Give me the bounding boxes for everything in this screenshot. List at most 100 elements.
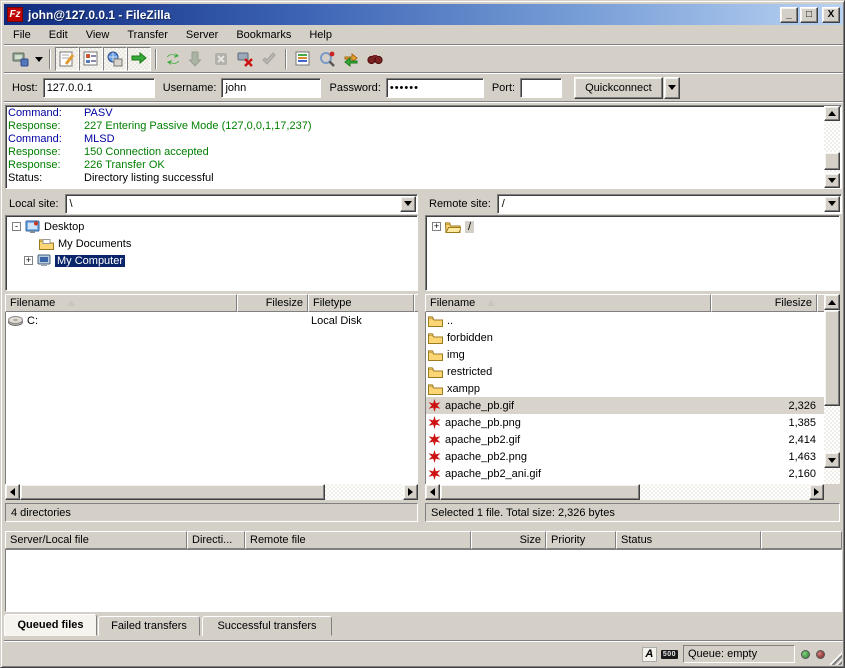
- remote-file-row-selected[interactable]: apache_pb.gif2,326: [426, 397, 824, 414]
- search-button[interactable]: [363, 47, 387, 71]
- remote-file-row[interactable]: xampp: [426, 380, 824, 397]
- synchronized-browsing-button[interactable]: [339, 47, 363, 71]
- remote-hscrollbar[interactable]: [425, 484, 824, 500]
- message-log: Command:PASV Response:227 Entering Passi…: [5, 105, 842, 189]
- column-header-server-local-file[interactable]: Server/Local file: [5, 531, 187, 549]
- quickconnect-bar: Host: Username: Password: Port: Quickcon…: [4, 74, 843, 101]
- quickconnect-dropdown[interactable]: [664, 77, 680, 99]
- column-header-filesize[interactable]: Filesize: [711, 294, 817, 312]
- column-header-remote-file[interactable]: Remote file: [245, 531, 471, 549]
- scroll-right-button[interactable]: [809, 484, 824, 500]
- tree-item-my-computer[interactable]: + My Computer: [6, 252, 417, 269]
- tree-item-desktop[interactable]: - Desktop: [6, 218, 417, 235]
- remote-file-row[interactable]: restricted: [426, 363, 824, 380]
- minimize-button[interactable]: _: [780, 7, 798, 23]
- remote-file-row[interactable]: img: [426, 346, 824, 363]
- column-header-direction[interactable]: Directi...: [187, 531, 245, 549]
- tab-queued-files[interactable]: Queued files: [4, 614, 97, 636]
- scroll-left-button[interactable]: [425, 484, 440, 500]
- remote-file-row[interactable]: apache_pb2.gif2,414: [426, 431, 824, 448]
- site-manager-button[interactable]: [8, 47, 32, 71]
- local-hscrollbar[interactable]: [5, 484, 418, 500]
- disconnect-button[interactable]: [233, 47, 257, 71]
- tree-item-my-documents[interactable]: My Documents: [6, 235, 417, 252]
- scroll-down-button[interactable]: [824, 452, 840, 468]
- collapse-icon[interactable]: -: [12, 222, 21, 231]
- scroll-up-button[interactable]: [824, 106, 840, 121]
- scroll-up-button[interactable]: [824, 294, 840, 310]
- column-header-filesize[interactable]: Filesize: [237, 294, 308, 312]
- toggle-remote-tree-button[interactable]: [103, 47, 127, 71]
- title-bar[interactable]: Fz john@127.0.0.1 - FileZilla _ □ X: [4, 4, 843, 25]
- maximize-button[interactable]: □: [800, 7, 818, 23]
- port-input[interactable]: [520, 78, 562, 98]
- sort-ascending-icon: [67, 300, 75, 306]
- refresh-button[interactable]: [161, 47, 185, 71]
- remote-file-row[interactable]: ..: [426, 312, 824, 329]
- log-scrollbar[interactable]: [824, 106, 840, 188]
- column-header-lastmodified[interactable]: L: [414, 294, 418, 312]
- toolbar: [4, 46, 843, 72]
- close-button[interactable]: X: [822, 7, 840, 23]
- menu-help[interactable]: Help: [300, 27, 341, 43]
- remote-site-dropdown[interactable]: [824, 196, 840, 212]
- directory-listing-filters-button[interactable]: [291, 47, 315, 71]
- column-header-size[interactable]: Size: [471, 531, 546, 549]
- toggle-local-tree-button[interactable]: [79, 47, 103, 71]
- queue-header: Server/Local file Directi... Remote file…: [5, 531, 842, 549]
- local-file-row-c[interactable]: C: Local Disk: [6, 312, 417, 329]
- menu-bookmarks[interactable]: Bookmarks: [227, 27, 300, 43]
- scroll-down-button[interactable]: [824, 173, 840, 188]
- column-header-filename[interactable]: Filename: [5, 294, 237, 312]
- remote-file-row[interactable]: apache_pb2.png1,463: [426, 448, 824, 465]
- menu-edit[interactable]: Edit: [40, 27, 77, 43]
- remote-file-row[interactable]: apache_pb2_ani.gif2,160: [426, 465, 824, 482]
- cancel-operation-button[interactable]: [209, 47, 233, 71]
- menu-server[interactable]: Server: [177, 27, 227, 43]
- tree-item-root[interactable]: + /: [426, 218, 839, 235]
- remote-file-row[interactable]: apache_pb.png1,385: [426, 414, 824, 431]
- scroll-left-button[interactable]: [5, 484, 20, 500]
- scroll-right-button[interactable]: [403, 484, 418, 500]
- column-header-priority[interactable]: Priority: [546, 531, 616, 549]
- remote-file-row[interactable]: forbidden: [426, 329, 824, 346]
- column-header-filetype[interactable]: Filetype: [308, 294, 414, 312]
- recv-led-indicator: [801, 650, 810, 659]
- expand-icon[interactable]: +: [432, 222, 441, 231]
- site-manager-dropdown[interactable]: [32, 48, 45, 70]
- log-line: Status:Directory listing successful: [8, 172, 839, 185]
- scrollbar-thumb[interactable]: [440, 484, 640, 500]
- local-site-dropdown[interactable]: [400, 196, 416, 212]
- column-header-filename[interactable]: Filename: [425, 294, 711, 312]
- reconnect-button[interactable]: [257, 47, 281, 71]
- menu-transfer[interactable]: Transfer: [118, 27, 177, 43]
- process-queue-button[interactable]: [185, 47, 209, 71]
- resize-grip[interactable]: [829, 652, 842, 665]
- remote-vscrollbar[interactable]: [824, 294, 840, 484]
- tab-failed-transfers[interactable]: Failed transfers: [98, 616, 200, 636]
- local-site-combo[interactable]: \: [65, 194, 418, 214]
- scrollbar-thumb[interactable]: [824, 152, 840, 170]
- scrollbar-thumb[interactable]: [824, 310, 840, 406]
- log-line: Response:150 Connection accepted: [8, 146, 839, 159]
- tree-item-label: My Computer: [55, 255, 125, 267]
- quickconnect-button[interactable]: Quickconnect: [574, 77, 663, 99]
- file-name: apache_pb2.gif: [445, 434, 724, 446]
- tab-successful-transfers[interactable]: Successful transfers: [202, 616, 332, 636]
- local-tree: - Desktop My Documents + My Computer: [5, 215, 418, 291]
- password-input[interactable]: [386, 78, 484, 98]
- menu-view[interactable]: View: [77, 27, 119, 43]
- column-header-status[interactable]: Status: [616, 531, 761, 549]
- remote-site-label: Remote site:: [429, 198, 491, 210]
- scrollbar-thumb[interactable]: [20, 484, 325, 500]
- folder-icon: [428, 366, 443, 378]
- username-input[interactable]: [221, 78, 321, 98]
- directory-comparison-button[interactable]: [315, 47, 339, 71]
- toggle-queue-view-button[interactable]: [127, 47, 151, 71]
- menu-file[interactable]: File: [4, 27, 40, 43]
- host-input[interactable]: [43, 78, 155, 98]
- image-file-icon: [428, 399, 441, 412]
- remote-site-combo[interactable]: /: [497, 194, 842, 214]
- expand-icon[interactable]: +: [24, 256, 33, 265]
- toggle-log-view-button[interactable]: [55, 47, 79, 71]
